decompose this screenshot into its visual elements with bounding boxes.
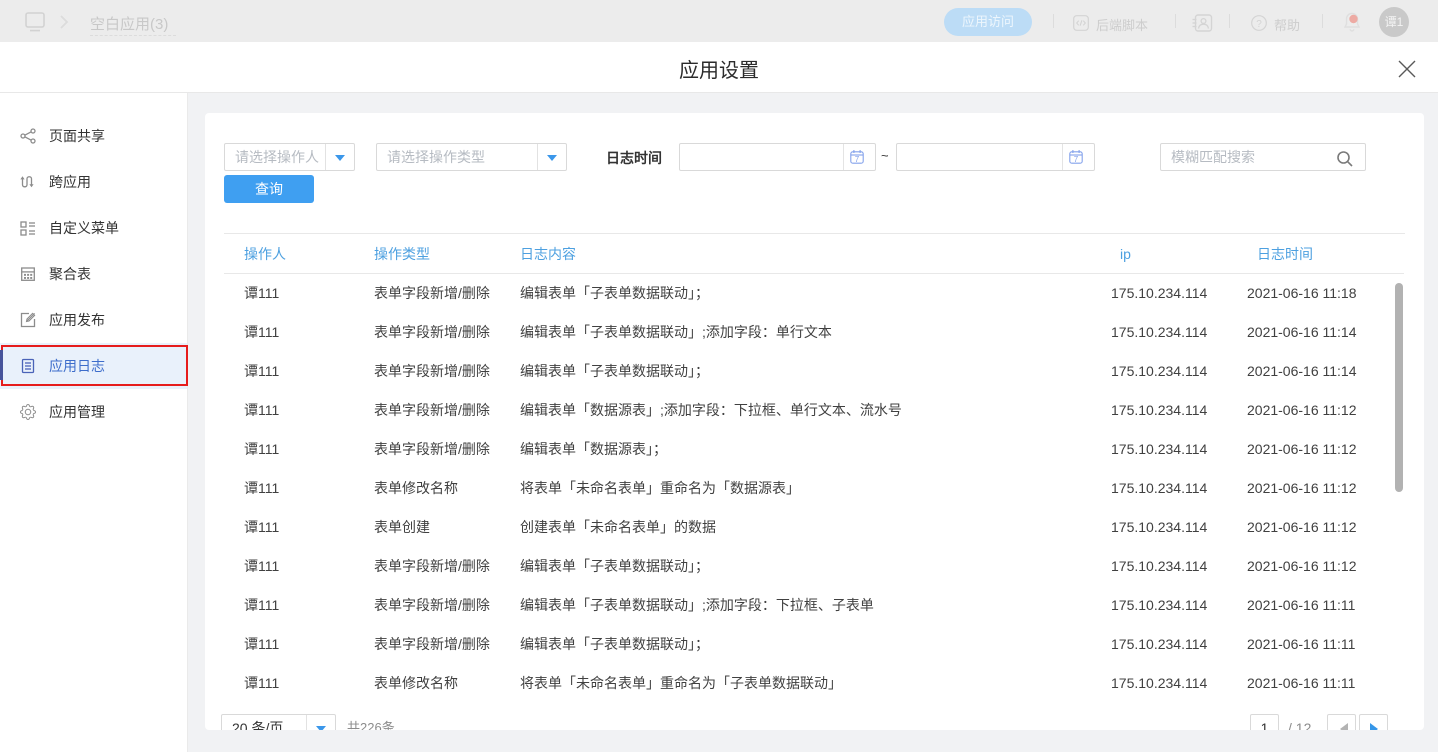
svg-text:7: 7 <box>855 155 860 164</box>
svg-text:?: ? <box>1256 19 1262 30</box>
svg-text:7: 7 <box>1074 155 1079 164</box>
